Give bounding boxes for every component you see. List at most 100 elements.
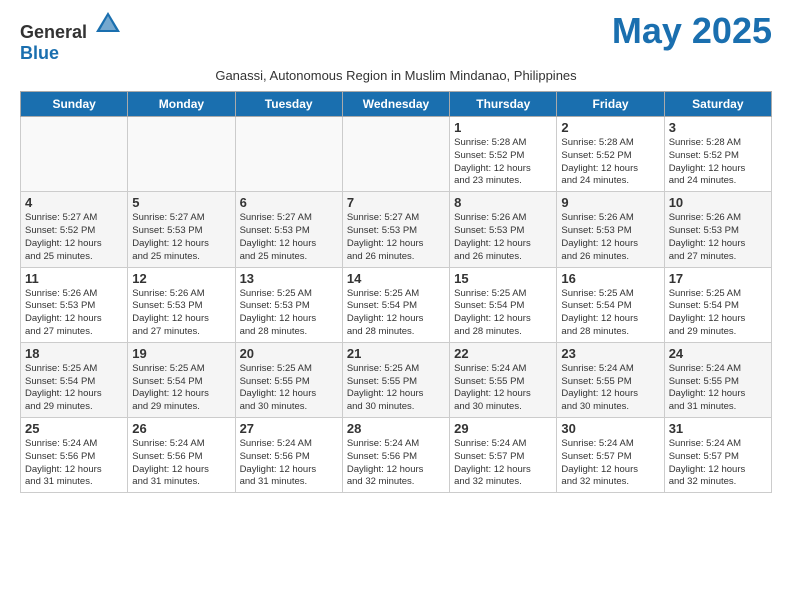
day-info: Sunrise: 5:25 AM Sunset: 5:54 PM Dayligh…	[454, 288, 552, 339]
day-info: Sunrise: 5:26 AM Sunset: 5:53 PM Dayligh…	[561, 212, 659, 263]
day-number: 18	[25, 346, 123, 361]
day-number: 3	[669, 120, 767, 135]
calendar-cell: 19Sunrise: 5:25 AM Sunset: 5:54 PM Dayli…	[128, 342, 235, 417]
calendar-week-1: 1 Sunrise: 5:28 AM Sunset: 5:52 PM Daylig…	[21, 117, 772, 192]
calendar-cell: 29 Sunrise: 5:24 AM Sunset: 5:57 PM Dayli…	[450, 418, 557, 493]
day-info: Sunrise: 5:25 AM Sunset: 5:53 PM Dayligh…	[240, 288, 338, 339]
day-number: 2	[561, 120, 659, 135]
calendar-cell	[235, 117, 342, 192]
calendar-cell: 21 Sunrise: 5:25 AM Sunset: 5:55 PM Dayli…	[342, 342, 449, 417]
logo: General Blue	[20, 10, 122, 64]
calendar: SundayMondayTuesdayWednesdayThursdayFrid…	[20, 91, 772, 493]
calendar-week-2: 4Sunrise: 5:27 AM Sunset: 5:52 PM Daylig…	[21, 192, 772, 267]
day-info: Sunrise: 5:25 AM Sunset: 5:54 PM Dayligh…	[25, 363, 123, 414]
day-info: Sunrise: 5:28 AM Sunset: 5:52 PM Dayligh…	[561, 137, 659, 188]
month-title: May 2025	[612, 10, 772, 52]
day-info: Sunrise: 5:24 AM Sunset: 5:55 PM Dayligh…	[454, 363, 552, 414]
calendar-cell: 15 Sunrise: 5:25 AM Sunset: 5:54 PM Dayli…	[450, 267, 557, 342]
column-header-sunday: Sunday	[21, 92, 128, 117]
day-number: 4	[25, 195, 123, 210]
day-number: 1	[454, 120, 552, 135]
day-info: Sunrise: 5:24 AM Sunset: 5:57 PM Dayligh…	[561, 438, 659, 489]
calendar-week-5: 25 Sunrise: 5:24 AM Sunset: 5:56 PM Dayli…	[21, 418, 772, 493]
day-info: Sunrise: 5:25 AM Sunset: 5:55 PM Dayligh…	[347, 363, 445, 414]
day-info: Sunrise: 5:28 AM Sunset: 5:52 PM Dayligh…	[669, 137, 767, 188]
day-info: Sunrise: 5:25 AM Sunset: 5:55 PM Dayligh…	[240, 363, 338, 414]
day-info: Sunrise: 5:24 AM Sunset: 5:57 PM Dayligh…	[669, 438, 767, 489]
calendar-cell: 23Sunrise: 5:24 AM Sunset: 5:55 PM Dayli…	[557, 342, 664, 417]
day-info: Sunrise: 5:28 AM Sunset: 5:52 PM Dayligh…	[454, 137, 552, 188]
calendar-cell: 6 Sunrise: 5:27 AM Sunset: 5:53 PM Daylig…	[235, 192, 342, 267]
day-info: Sunrise: 5:25 AM Sunset: 5:54 PM Dayligh…	[347, 288, 445, 339]
calendar-cell: 12Sunrise: 5:26 AM Sunset: 5:53 PM Dayli…	[128, 267, 235, 342]
calendar-cell: 31Sunrise: 5:24 AM Sunset: 5:57 PM Dayli…	[664, 418, 771, 493]
day-number: 30	[561, 421, 659, 436]
day-number: 26	[132, 421, 230, 436]
day-info: Sunrise: 5:24 AM Sunset: 5:56 PM Dayligh…	[240, 438, 338, 489]
day-info: Sunrise: 5:26 AM Sunset: 5:53 PM Dayligh…	[454, 212, 552, 263]
day-number: 13	[240, 271, 338, 286]
header: General Blue May 2025	[20, 10, 772, 64]
day-number: 25	[25, 421, 123, 436]
calendar-cell: 13 Sunrise: 5:25 AM Sunset: 5:53 PM Dayli…	[235, 267, 342, 342]
day-number: 9	[561, 195, 659, 210]
day-number: 5	[132, 195, 230, 210]
calendar-cell: 9 Sunrise: 5:26 AM Sunset: 5:53 PM Daylig…	[557, 192, 664, 267]
day-info: Sunrise: 5:24 AM Sunset: 5:55 PM Dayligh…	[669, 363, 767, 414]
day-info: Sunrise: 5:26 AM Sunset: 5:53 PM Dayligh…	[669, 212, 767, 263]
day-number: 14	[347, 271, 445, 286]
day-info: Sunrise: 5:26 AM Sunset: 5:53 PM Dayligh…	[25, 288, 123, 339]
calendar-cell: 14 Sunrise: 5:25 AM Sunset: 5:54 PM Dayli…	[342, 267, 449, 342]
calendar-cell: 7 Sunrise: 5:27 AM Sunset: 5:53 PM Daylig…	[342, 192, 449, 267]
calendar-header-row: SundayMondayTuesdayWednesdayThursdayFrid…	[21, 92, 772, 117]
day-number: 23	[561, 346, 659, 361]
calendar-cell: 4Sunrise: 5:27 AM Sunset: 5:52 PM Daylig…	[21, 192, 128, 267]
calendar-cell: 16Sunrise: 5:25 AM Sunset: 5:54 PM Dayli…	[557, 267, 664, 342]
calendar-cell: 11 Sunrise: 5:26 AM Sunset: 5:53 PM Dayli…	[21, 267, 128, 342]
day-number: 17	[669, 271, 767, 286]
calendar-cell: 1 Sunrise: 5:28 AM Sunset: 5:52 PM Daylig…	[450, 117, 557, 192]
day-number: 6	[240, 195, 338, 210]
logo-text: General Blue	[20, 10, 122, 64]
day-number: 7	[347, 195, 445, 210]
calendar-cell	[21, 117, 128, 192]
column-header-friday: Friday	[557, 92, 664, 117]
logo-blue: Blue	[20, 43, 59, 63]
column-header-monday: Monday	[128, 92, 235, 117]
calendar-cell: 18 Sunrise: 5:25 AM Sunset: 5:54 PM Dayli…	[21, 342, 128, 417]
day-number: 16	[561, 271, 659, 286]
day-number: 12	[132, 271, 230, 286]
calendar-cell: 30 Sunrise: 5:24 AM Sunset: 5:57 PM Dayli…	[557, 418, 664, 493]
logo-icon	[94, 10, 122, 38]
column-header-wednesday: Wednesday	[342, 92, 449, 117]
day-info: Sunrise: 5:27 AM Sunset: 5:53 PM Dayligh…	[347, 212, 445, 263]
day-number: 29	[454, 421, 552, 436]
calendar-cell: 28Sunrise: 5:24 AM Sunset: 5:56 PM Dayli…	[342, 418, 449, 493]
calendar-cell: 5 Sunrise: 5:27 AM Sunset: 5:53 PM Daylig…	[128, 192, 235, 267]
calendar-cell	[342, 117, 449, 192]
day-number: 19	[132, 346, 230, 361]
day-info: Sunrise: 5:27 AM Sunset: 5:53 PM Dayligh…	[132, 212, 230, 263]
calendar-cell: 2 Sunrise: 5:28 AM Sunset: 5:52 PM Daylig…	[557, 117, 664, 192]
calendar-body: 1 Sunrise: 5:28 AM Sunset: 5:52 PM Daylig…	[21, 117, 772, 493]
day-number: 15	[454, 271, 552, 286]
day-number: 24	[669, 346, 767, 361]
day-info: Sunrise: 5:24 AM Sunset: 5:56 PM Dayligh…	[132, 438, 230, 489]
column-header-saturday: Saturday	[664, 92, 771, 117]
day-number: 22	[454, 346, 552, 361]
calendar-week-3: 11 Sunrise: 5:26 AM Sunset: 5:53 PM Dayli…	[21, 267, 772, 342]
day-number: 11	[25, 271, 123, 286]
day-number: 21	[347, 346, 445, 361]
logo-general: General	[20, 22, 87, 42]
calendar-cell: 20Sunrise: 5:25 AM Sunset: 5:55 PM Dayli…	[235, 342, 342, 417]
day-number: 27	[240, 421, 338, 436]
calendar-cell: 10 Sunrise: 5:26 AM Sunset: 5:53 PM Dayli…	[664, 192, 771, 267]
day-number: 10	[669, 195, 767, 210]
day-info: Sunrise: 5:24 AM Sunset: 5:56 PM Dayligh…	[25, 438, 123, 489]
column-header-thursday: Thursday	[450, 92, 557, 117]
day-info: Sunrise: 5:24 AM Sunset: 5:57 PM Dayligh…	[454, 438, 552, 489]
day-info: Sunrise: 5:27 AM Sunset: 5:53 PM Dayligh…	[240, 212, 338, 263]
day-number: 8	[454, 195, 552, 210]
subtitle: Ganassi, Autonomous Region in Muslim Min…	[20, 68, 772, 83]
calendar-cell: 27 Sunrise: 5:24 AM Sunset: 5:56 PM Dayli…	[235, 418, 342, 493]
